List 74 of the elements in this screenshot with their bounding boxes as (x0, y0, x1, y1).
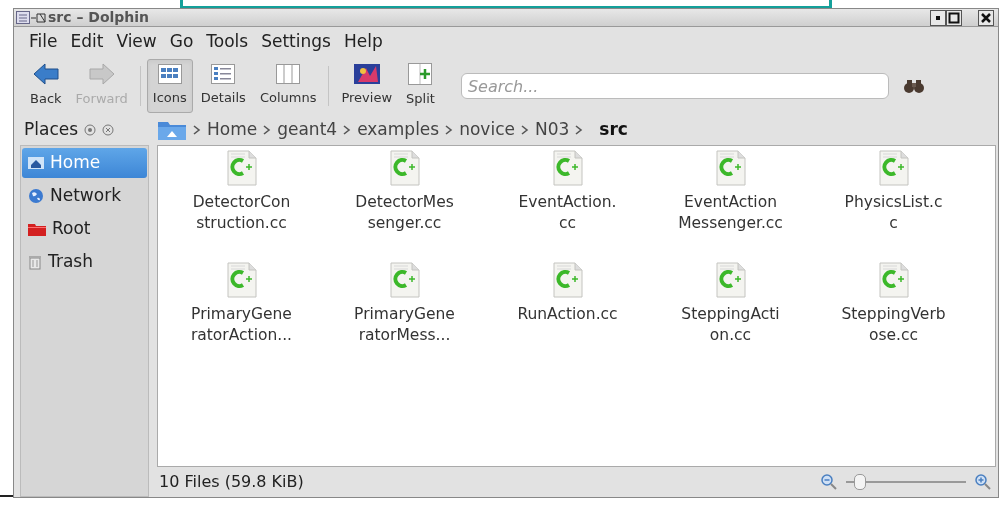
toolbar-button[interactable]: Split (400, 59, 441, 113)
menu-item[interactable]: File (26, 29, 61, 55)
cpp-file-icon (715, 150, 746, 186)
globe-icon (28, 188, 44, 204)
toolbar-button[interactable]: Columns (253, 59, 323, 113)
search-field[interactable]: Search... (460, 73, 889, 99)
file-name[interactable]: DetectorMes senger.cc (355, 192, 454, 234)
menu-item[interactable]: Go (166, 29, 197, 55)
cpp-file-icon (226, 150, 257, 186)
cpp-file-icon (552, 262, 583, 298)
app-menu-icon[interactable] (16, 10, 46, 25)
maximize-icon[interactable] (946, 9, 962, 26)
window-title: src – Dolphin (48, 8, 150, 27)
menu-item[interactable]: Edit (67, 29, 107, 55)
status-text: 10 Files (59.8 KiB) (159, 471, 304, 493)
icon-grid-icon (157, 64, 182, 85)
columns-icon (276, 64, 301, 85)
zoom-in-icon[interactable] (974, 473, 992, 491)
breadcrumb-item[interactable]: src (599, 117, 628, 143)
dock-icon[interactable] (84, 124, 97, 136)
file-name[interactable]: PrimaryGene ratorMess... (354, 304, 455, 346)
file-name[interactable]: PrimaryGene ratorAction... (190, 304, 293, 346)
split-view-icon (408, 63, 433, 86)
zoom-out-icon[interactable] (820, 473, 838, 491)
file-name[interactable]: DetectorCon struction.cc (192, 192, 291, 234)
chevron-icon (445, 125, 454, 135)
places-item[interactable]: Root (22, 214, 147, 244)
cpp-file-icon (878, 150, 909, 186)
chevron-icon (193, 125, 201, 135)
breadcrumb-item[interactable]: geant4 (277, 117, 338, 143)
close-icon[interactable] (978, 9, 994, 26)
breadcrumb-item[interactable]: N03 (534, 117, 570, 143)
back-arrow-icon (32, 63, 59, 86)
file-name[interactable]: EventAction Messenger.cc (678, 192, 783, 234)
chevron-icon (575, 125, 584, 135)
breadcrumb-item[interactable]: Home (207, 117, 258, 143)
preview-image-icon (353, 64, 380, 85)
places-item[interactable]: Trash (22, 247, 147, 277)
binoculars-icon[interactable] (902, 78, 925, 94)
home-folder-icon[interactable] (157, 119, 187, 141)
menu-item[interactable]: View (113, 29, 160, 55)
menu-item[interactable]: Settings (258, 29, 334, 55)
menu-item[interactable]: Help (340, 29, 386, 55)
slider-thumb[interactable] (854, 474, 867, 490)
zoom-slider[interactable] (846, 472, 966, 492)
file-name[interactable]: RunAction.cc (517, 304, 618, 325)
toolbar-button[interactable]: Icons (146, 59, 193, 113)
minimize-icon[interactable] (930, 9, 946, 26)
chevron-icon (343, 125, 352, 135)
panel-title: Places (24, 118, 79, 142)
cpp-file-icon (715, 262, 746, 298)
list-view-icon (211, 64, 236, 85)
forward-arrow-icon (88, 63, 115, 86)
file-name[interactable]: PhysicsList.c c (844, 192, 943, 234)
cpp-file-icon (389, 262, 420, 298)
breadcrumb-item[interactable]: novice (459, 117, 515, 143)
breadcrumb-item[interactable]: examples (357, 117, 440, 143)
file-name[interactable]: EventAction. cc (518, 192, 617, 234)
places-item[interactable]: Network (22, 181, 147, 211)
chevron-icon (263, 125, 272, 135)
toolbar-button[interactable]: Preview (335, 59, 399, 113)
toolbar-button[interactable]: Details (194, 59, 252, 113)
trash-can-icon (28, 254, 42, 270)
cpp-file-icon (552, 150, 583, 186)
chevron-icon (520, 125, 529, 135)
folder-icon (28, 222, 46, 236)
file-name[interactable]: SteppingActi on.cc (681, 304, 780, 346)
menu-item[interactable]: Tools (203, 29, 252, 55)
toolbar-button[interactable]: Back (24, 59, 68, 113)
cpp-file-icon (878, 262, 909, 298)
house-icon (28, 156, 44, 170)
cpp-file-icon (389, 150, 420, 186)
file-name[interactable]: SteppingVerb ose.cc (841, 304, 946, 346)
cpp-file-icon (226, 262, 257, 298)
